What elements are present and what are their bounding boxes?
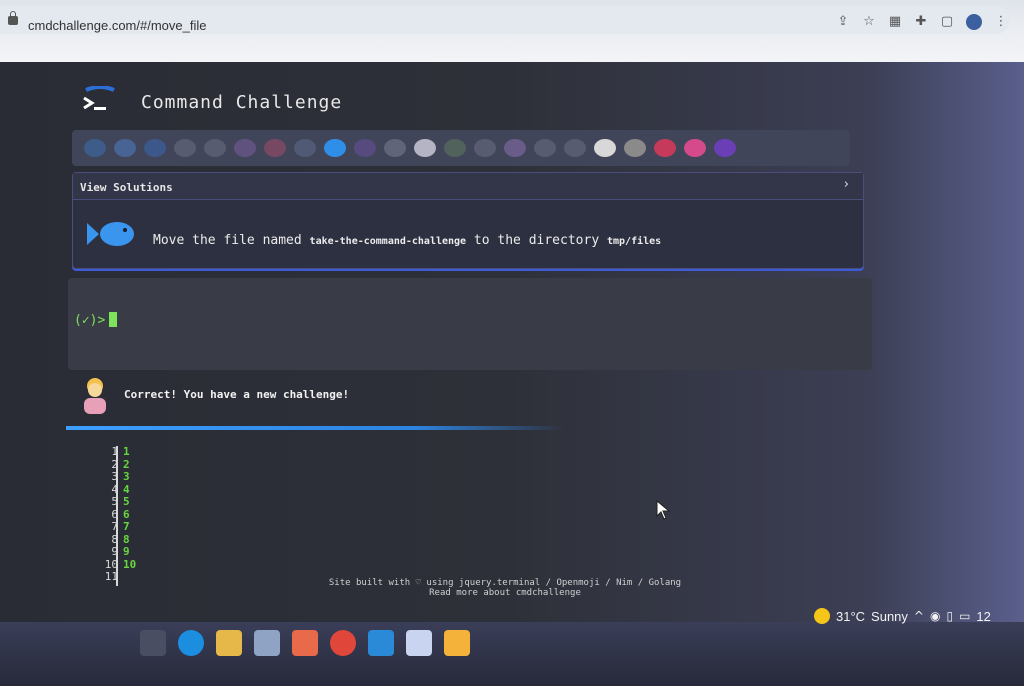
lock-icon [8, 11, 18, 25]
challenge-emoji-6[interactable] [234, 139, 256, 157]
prompt-symbol: (✓)> [74, 313, 106, 328]
challenge-emoji-7[interactable] [264, 139, 286, 157]
challenge-emoji-1[interactable] [84, 139, 106, 157]
challenge-emoji-bar [72, 130, 850, 166]
vscode-icon[interactable] [368, 630, 394, 656]
line-number: 1 [111, 445, 118, 458]
url-text[interactable]: cmdchallenge.com/#/move_file [28, 18, 206, 33]
challenge-emoji-14[interactable] [474, 139, 496, 157]
chevron-up-icon[interactable]: ^ [914, 609, 924, 623]
line-number: 3 [111, 470, 118, 483]
challenge-emoji-4[interactable] [174, 139, 196, 157]
footer-read-more-link[interactable]: Read more about cmdchallenge [325, 588, 685, 598]
clock[interactable]: 12 [976, 609, 990, 624]
terminal-prompt[interactable]: (✓)> [74, 312, 118, 328]
terminal-cursor [109, 312, 118, 327]
progress-bar [66, 426, 566, 430]
challenge-file-name: take-the-command-challenge [309, 236, 467, 247]
challenge-emoji-3[interactable] [144, 139, 166, 157]
challenge-emoji-10[interactable] [354, 139, 376, 157]
challenge-emoji-15[interactable] [504, 139, 526, 157]
challenge-emoji-22[interactable] [714, 139, 736, 157]
taskbar-apps [140, 630, 470, 656]
browser-toolbar: cmdchallenge.com/#/move_file ⇪ ☆ ▦ ✚ ▢ ⋮ [0, 0, 1024, 62]
store-icon[interactable] [254, 630, 280, 656]
temperature: 31°C [836, 608, 866, 624]
challenge-emoji-16[interactable] [534, 139, 556, 157]
challenge-emoji-20[interactable] [654, 139, 676, 157]
challenge-emoji-5[interactable] [204, 139, 226, 157]
chat-icon[interactable] [444, 630, 470, 656]
footer-credits: Site built with ♡ using jquery.terminal … [328, 578, 682, 588]
extension-icon[interactable]: ▦ [888, 15, 902, 29]
challenge-emoji-2[interactable] [114, 139, 136, 157]
edge-icon[interactable] [178, 630, 204, 656]
file-explorer-icon[interactable] [216, 630, 242, 656]
challenge-emoji-8[interactable] [294, 139, 316, 157]
share-icon[interactable]: ⇪ [836, 15, 850, 29]
challenge-text-middle: to the directory [466, 233, 607, 248]
bookmark-star-icon[interactable]: ☆ [862, 15, 876, 29]
line-number: 7 [111, 520, 118, 533]
challenge-emoji-12[interactable] [414, 139, 436, 157]
line-number: 5 [111, 495, 118, 508]
challenge-description: Move the file named take-the-command-cha… [153, 233, 661, 248]
challenge-emoji-17[interactable] [564, 139, 586, 157]
task-view-icon[interactable] [140, 630, 166, 656]
output-line: 3 [123, 470, 130, 483]
chrome-icon[interactable] [330, 630, 356, 656]
challenge-emoji-18[interactable] [594, 139, 616, 157]
notepad-icon[interactable] [406, 630, 432, 656]
page-content: Command Challenge View Solutions › Move … [0, 62, 1024, 622]
challenge-emoji-13[interactable] [444, 139, 466, 157]
challenge-target-dir: tmp/files [606, 236, 662, 247]
line-number: 9 [111, 545, 118, 558]
gutter-divider [116, 446, 118, 586]
weather-widget[interactable]: 31°C Sunny ^ ◉ ▯ ▭ 12 [814, 608, 991, 624]
network-icon[interactable]: ▭ [959, 609, 970, 623]
sidebar-icon[interactable]: ▢ [940, 15, 954, 29]
terminal-logo-icon [83, 86, 115, 110]
challenge-text-prefix: Move the file named [153, 233, 310, 248]
solutions-panel: View Solutions › Move the file named tak… [72, 172, 864, 269]
output-line: 5 [123, 495, 130, 508]
puzzle-icon[interactable]: ✚ [914, 15, 928, 29]
status-message: Correct! You have a new challenge! [124, 388, 350, 401]
challenge-emoji-11[interactable] [384, 139, 406, 157]
menu-kebab-icon[interactable]: ⋮ [994, 15, 1008, 29]
output-line: 9 [123, 545, 130, 558]
challenge-emoji-21[interactable] [684, 139, 706, 157]
person-emoji-icon [84, 378, 106, 414]
terminal-input-area[interactable]: (✓)> [68, 278, 872, 370]
weather-condition: Sunny [871, 608, 908, 624]
mouse-pointer-icon [656, 500, 670, 520]
record-icon[interactable]: ◉ [930, 609, 940, 623]
challenge-emoji-9-active[interactable] [324, 139, 346, 157]
chevron-right-icon[interactable]: › [844, 177, 849, 192]
fish-icon [87, 222, 134, 246]
mail-icon[interactable] [292, 630, 318, 656]
solutions-title[interactable]: View Solutions [80, 181, 173, 194]
challenge-emoji-19[interactable] [624, 139, 646, 157]
sun-icon [814, 608, 830, 624]
solutions-header[interactable]: View Solutions › [73, 173, 863, 200]
output-line: 10 [123, 557, 137, 571]
command-output: 1 2 3 4 5 6 7 8 9 10 [123, 445, 137, 571]
profile-avatar[interactable] [966, 14, 982, 30]
browser-actions: ⇪ ☆ ▦ ✚ ▢ ⋮ [836, 14, 1008, 30]
battery-icon[interactable]: ▯ [946, 609, 953, 623]
os-taskbar: 31°C Sunny ^ ◉ ▯ ▭ 12 [0, 608, 1024, 686]
output-line: 1 [123, 445, 130, 458]
footer: Site built with ♡ using jquery.terminal … [325, 578, 685, 598]
output-line-numbers: 1 2 3 4 5 6 7 8 9 10 11 [84, 445, 118, 584]
line-number: 11 [104, 570, 118, 583]
output-line: 7 [123, 520, 130, 533]
page-title: Command Challenge [141, 92, 343, 113]
